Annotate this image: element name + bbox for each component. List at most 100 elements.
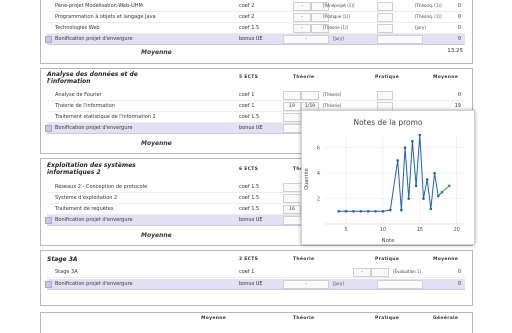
data-point (366, 209, 370, 213)
grade-input[interactable]: 16 (283, 205, 301, 214)
footer-col-theorie: Théorie (293, 316, 315, 321)
module-coef: bonus UE (239, 217, 263, 223)
bonification-row: Bonification projet d'envergure bonus UE… (45, 279, 465, 290)
module-coef: coef 2 (239, 14, 255, 20)
module-coef: bonus UE (239, 281, 263, 287)
moyenne-label: Moyenne (141, 232, 172, 239)
grade-input[interactable] (377, 2, 393, 11)
module-coef: bonus UE (239, 36, 263, 42)
moyenne-label: Moyenne (141, 49, 172, 56)
eval-tag: [Théorie (1)] (323, 25, 349, 30)
module-name: Péné-projet Modélisation-Web-UHM (55, 3, 143, 9)
module-name: Programmation à objets et langage Java (55, 14, 156, 20)
grade-input[interactable]: - (293, 2, 311, 11)
module-grade: 0 (457, 269, 461, 275)
module-coef: bonus UE (239, 125, 263, 131)
data-point (374, 209, 377, 213)
x-tick-label: 20 (453, 227, 459, 233)
data-point (418, 133, 422, 137)
summary-block: Moyenne Théorie Pratique Générale (40, 312, 473, 333)
grade-distribution-popup[interactable]: Notes de la promo Note Quantité 5 10 15 20 2… (301, 110, 475, 245)
ue-block: Stage 3A 2 ECTS Théorie Pratique Moyenne… (40, 250, 473, 306)
module-coef: coef 1.5 (239, 25, 260, 31)
grade-input[interactable] (371, 268, 389, 277)
grade-input[interactable]: 19 (283, 102, 301, 111)
grade-input[interactable]: - (293, 24, 311, 33)
data-point (422, 197, 425, 200)
data-point (381, 209, 385, 213)
ue-row: Technologies Web coef 1.5 - [Théorie (1)… (47, 23, 465, 34)
grade-input[interactable] (377, 91, 393, 100)
col-theorie: Théorie (293, 75, 315, 80)
data-point (389, 208, 392, 212)
module-name: Bonification projet d'envergure (55, 36, 133, 42)
eval-tag: [Théorie] (323, 92, 342, 97)
grade-input[interactable] (377, 13, 393, 22)
ue-row: Analyse de Fourier coef 1 [Théorie] 0 (47, 90, 465, 101)
module-name: Bonification projet d'envergure (55, 125, 133, 131)
data-point (440, 190, 444, 194)
eval-tag: [Jury] (333, 281, 344, 286)
moyenne-value: 13.25 (447, 48, 463, 54)
module-name: Bonification projet d'envergure (55, 281, 133, 287)
grade-input[interactable] (301, 91, 319, 100)
data-point (425, 178, 429, 181)
module-grade: 0 (457, 281, 461, 287)
ue-row: Stage 3A coef 1 - [Évaluation 1] 0 (47, 267, 465, 278)
data-point (411, 140, 414, 143)
footer-col-pratique: Pratique (375, 316, 400, 321)
bonification-row: Bonification projet d'envergure bonus UE… (45, 34, 465, 45)
col-moyenne: Moyenne (433, 257, 459, 262)
eval-tag: [Jury] (415, 25, 426, 30)
data-point (359, 209, 363, 213)
ue-block-top: Péné-projet Modélisation-Web-UHM coef 2 … (40, 0, 473, 64)
grade-input[interactable] (283, 91, 301, 100)
grade-input[interactable]: - (293, 13, 311, 22)
module-name: Système d'exploitation 2 (55, 195, 118, 201)
col-moyenne: Moyenne (433, 75, 459, 80)
module-grade: 0 (457, 36, 461, 42)
ue-ects: 2 ECTS (239, 257, 259, 262)
bonification-checkbox[interactable] (45, 36, 52, 43)
bonification-checkbox[interactable] (45, 217, 52, 224)
ue-row: Programmation à objets et langage Java c… (47, 12, 465, 23)
y-tick-label: 2 (317, 197, 320, 203)
ue-ects: 6 ECTS (239, 167, 259, 172)
footer-col-generale: Générale (433, 316, 459, 321)
ue-title: Analyse des données et de l'information (47, 71, 138, 85)
grade-distribution-chart: Notes de la promo Note Quantité 5 10 15 20 2… (303, 118, 464, 244)
data-point (433, 171, 436, 175)
module-name: Traitement statistique de l'information … (55, 114, 156, 120)
module-name: Stage 3A (55, 269, 78, 275)
y-tick-label: 4 (317, 171, 320, 177)
grade-input[interactable] (377, 280, 423, 289)
grade-input[interactable] (377, 24, 393, 33)
data-point (429, 207, 433, 211)
data-point (414, 184, 418, 188)
eval-tag: [Pénéprojet (1)] (323, 3, 355, 8)
eval-tag: [Jury] (333, 36, 344, 41)
data-point (447, 184, 451, 188)
module-coef: coef 1.5 (239, 206, 260, 212)
bonification-checkbox[interactable] (45, 281, 52, 288)
module-coef: coef 1 (239, 269, 255, 275)
grade-input[interactable]: - (283, 35, 329, 44)
grade-input[interactable] (377, 35, 423, 44)
data-point (352, 209, 355, 213)
grade-input[interactable]: - (283, 280, 329, 289)
data-point (403, 146, 407, 150)
moyenne-label: Moyenne (141, 140, 172, 147)
x-tick-label: 5 (345, 227, 348, 233)
x-tick-label: 15 (417, 227, 423, 233)
module-coef: coef 1.5 (239, 114, 260, 120)
bonification-checkbox[interactable] (45, 125, 52, 132)
data-point (396, 159, 399, 162)
module-coef: coef 1 (239, 103, 255, 109)
data-point (337, 209, 341, 213)
module-coef: coef 1 (239, 92, 255, 98)
chart-title: Notes de la promo (353, 118, 422, 127)
ue-title: Exploitation des systèmes informatiques … (47, 162, 136, 176)
module-grade: 0 (457, 92, 461, 98)
ue-ects: 5 ECTS (239, 75, 259, 80)
grade-input[interactable]: - (353, 268, 371, 277)
